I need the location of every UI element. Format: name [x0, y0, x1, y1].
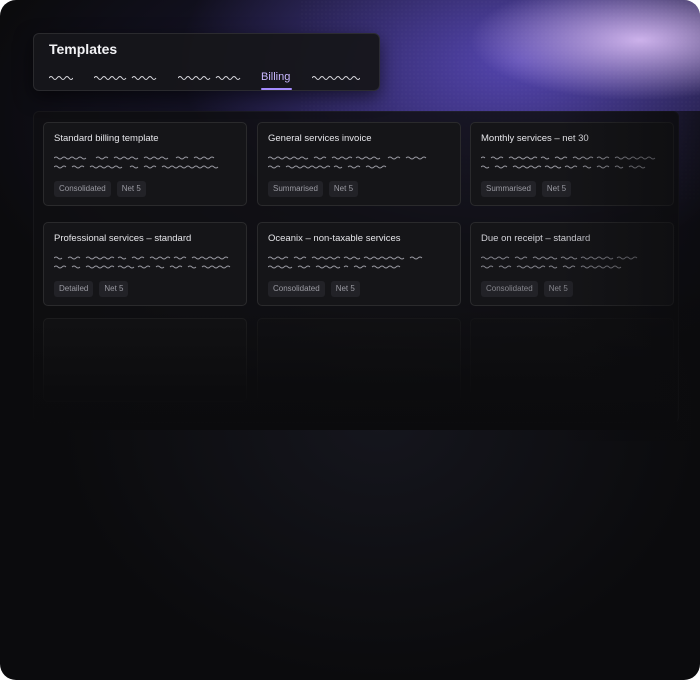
template-card-general-services[interactable]: General services invoice Summarised Net … — [257, 122, 461, 206]
card-tags: Summarised Net 5 — [481, 181, 572, 197]
tag-badge: Net 5 — [541, 181, 572, 197]
card-title: Due on receipt – standard — [481, 233, 591, 244]
tag-badge: Summarised — [481, 181, 536, 197]
card-tags: Consolidated Net 5 — [268, 281, 360, 297]
template-card-placeholder — [43, 318, 247, 402]
card-tags: Detailed Net 5 — [54, 281, 129, 297]
tag-badge: Net 5 — [543, 281, 573, 297]
card-description-placeholder — [268, 154, 448, 170]
card-description-placeholder — [54, 154, 234, 170]
tab-placeholder-2[interactable] — [94, 71, 158, 85]
template-card-placeholder — [470, 318, 674, 402]
card-title: Professional services – standard — [54, 233, 192, 244]
tag-badge: Net 5 — [116, 181, 146, 197]
app-frame: Standard billing template Consolidated N… — [0, 0, 700, 680]
tag-badge: Net 5 — [328, 181, 359, 197]
tag-badge: Consolidated — [54, 181, 111, 197]
tab-placeholder-5[interactable] — [312, 71, 360, 85]
tag-badge: Net 5 — [330, 281, 360, 297]
template-card-due-on-receipt[interactable]: Due on receipt – standard Consolidated N… — [470, 222, 674, 306]
card-title: Monthly services – net 30 — [481, 133, 589, 144]
template-card-standard-billing[interactable]: Standard billing template Consolidated N… — [43, 122, 247, 206]
tag-badge: Net 5 — [99, 281, 129, 297]
template-card-oceanix-non-taxable[interactable]: Oceanix – non-taxable services Consolida… — [257, 222, 461, 306]
tag-badge: Consolidated — [268, 281, 325, 297]
tab-placeholder-1[interactable] — [49, 71, 73, 85]
card-description-placeholder — [481, 254, 661, 270]
card-description-placeholder — [481, 154, 661, 170]
card-tags: Consolidated Net 5 — [481, 281, 573, 297]
card-title: General services invoice — [268, 133, 372, 144]
page-title: Templates — [49, 41, 118, 57]
tag-badge: Detailed — [54, 281, 94, 297]
template-card-professional-services[interactable]: Professional services – standard Detaile… — [43, 222, 247, 306]
card-tags: Summarised Net 5 — [268, 181, 359, 197]
tag-badge: Consolidated — [481, 281, 538, 297]
tab-placeholder-3[interactable] — [178, 71, 242, 85]
card-tags: Consolidated Net 5 — [54, 181, 146, 197]
card-title: Standard billing template — [54, 133, 159, 144]
tab-billing[interactable]: Billing — [261, 71, 290, 83]
active-tab-indicator — [261, 88, 292, 90]
card-description-placeholder — [54, 254, 234, 270]
tag-badge: Summarised — [268, 181, 323, 197]
templates-header: Templates Billing — [33, 33, 380, 91]
template-card-monthly-services[interactable]: Monthly services – net 30 Summarised Net… — [470, 122, 674, 206]
card-title: Oceanix – non-taxable services — [268, 233, 401, 244]
card-description-placeholder — [268, 254, 448, 270]
template-card-placeholder — [257, 318, 461, 402]
